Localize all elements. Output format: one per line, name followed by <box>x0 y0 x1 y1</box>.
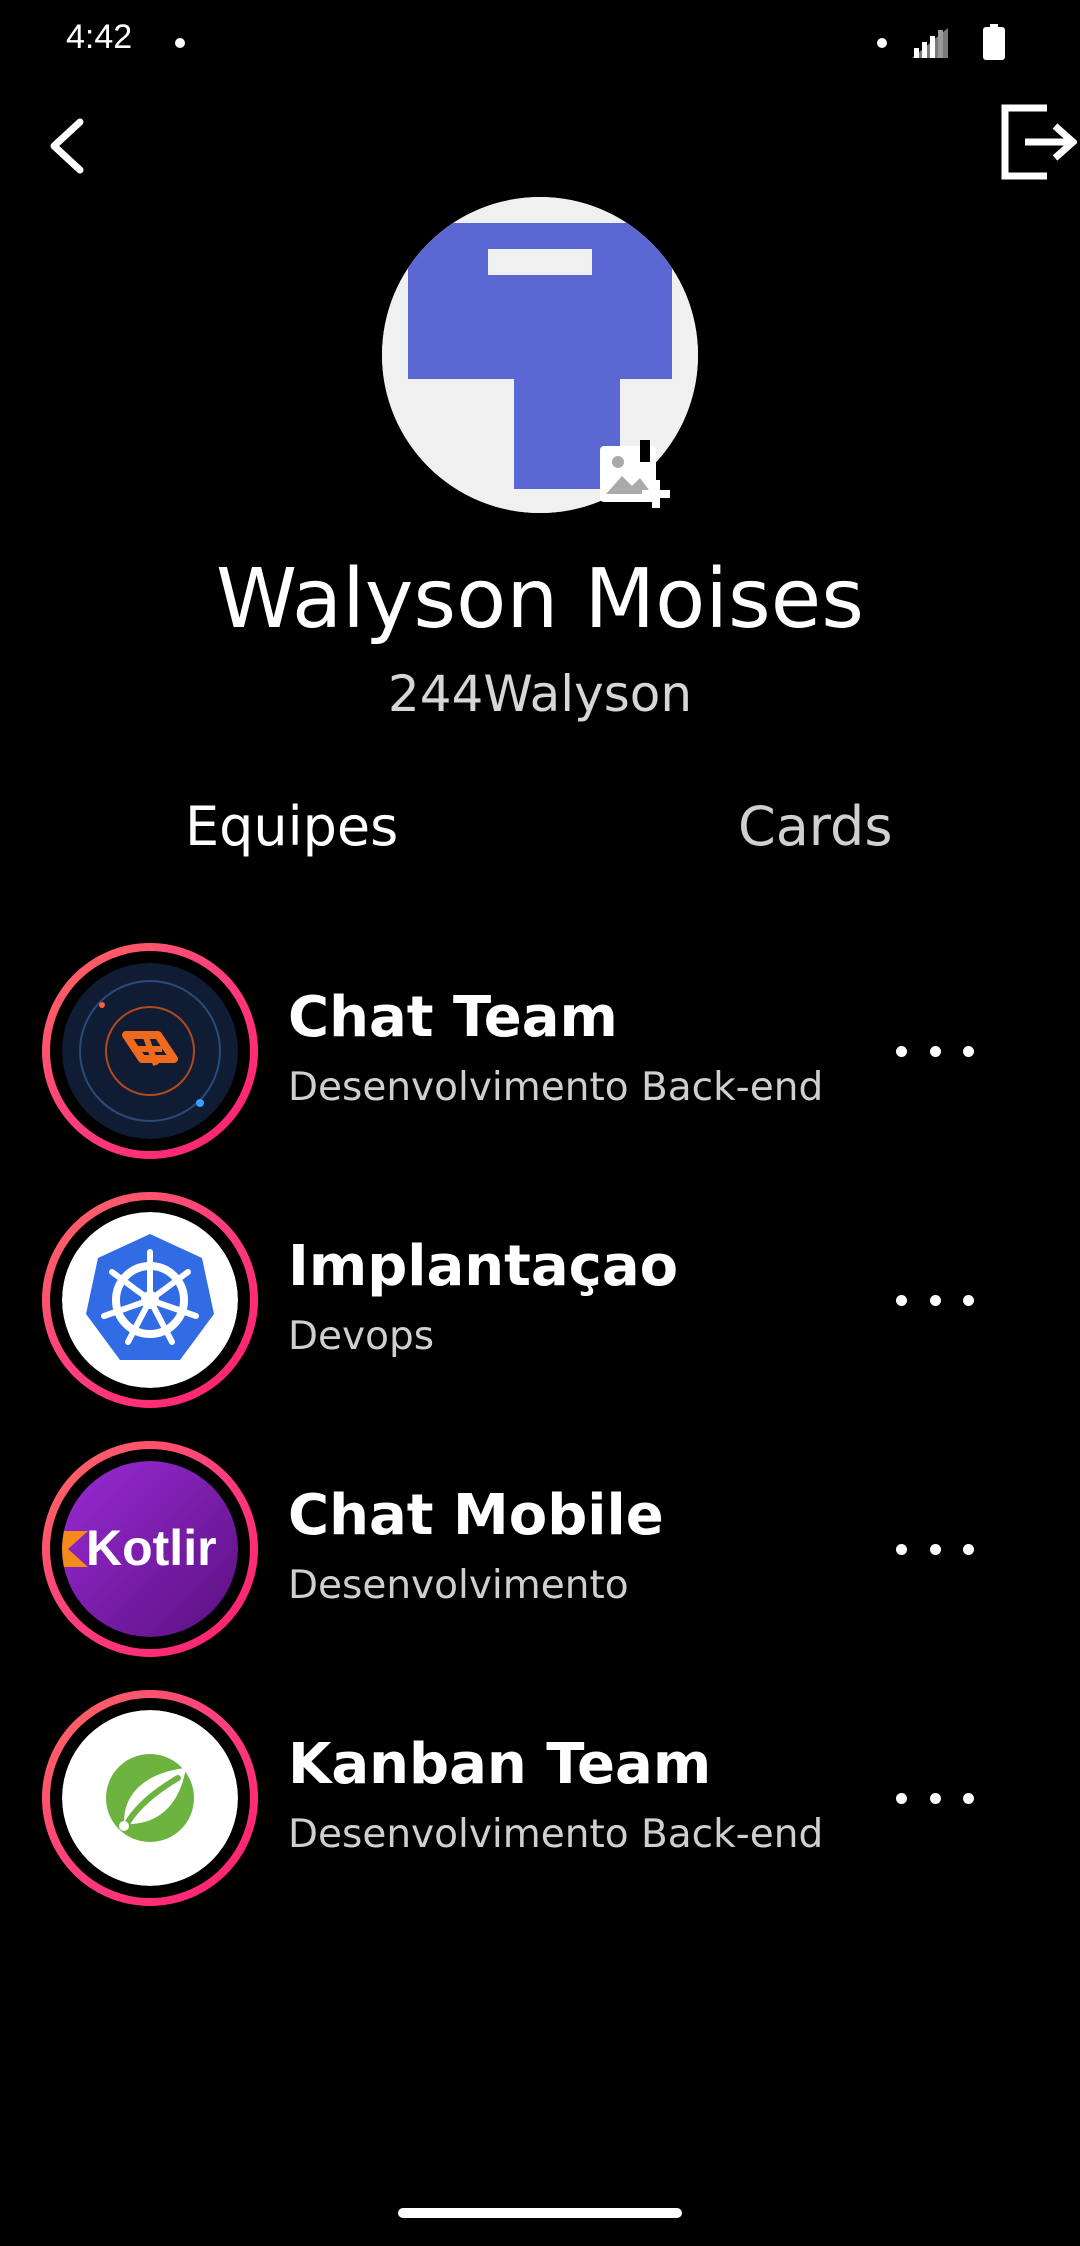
chevron-left-icon <box>50 118 84 174</box>
status-time: 4:42 <box>66 18 133 56</box>
back-button[interactable] <box>28 108 104 184</box>
kubernetes-logo-icon <box>62 1212 238 1388</box>
team-list-item[interactable]: Kotlir Chat Mobile Desenvolvimento <box>0 1441 1080 1671</box>
team-avatar-ring <box>42 943 258 1159</box>
more-options-button[interactable] <box>880 1270 990 1330</box>
profile-name: Walyson Moises <box>216 552 864 647</box>
signal-icon <box>912 28 948 58</box>
team-avatar-ring <box>42 1690 258 1906</box>
logout-button[interactable] <box>995 92 1079 192</box>
spring-logo-icon <box>62 1710 238 1886</box>
team-list-item[interactable]: Kanban Team Desenvolvimento Back-end <box>0 1690 1080 1920</box>
team-list-item[interactable]: Chat Team Desenvolvimento Back-end <box>0 943 1080 1173</box>
team-description: Desenvolvimento Back-end <box>288 1812 824 1857</box>
team-description: Devops <box>288 1314 435 1359</box>
status-dot-icon <box>877 38 887 48</box>
team-name: Kanban Team <box>288 1732 712 1797</box>
more-options-button[interactable] <box>880 1768 990 1828</box>
kotlin-logo-text: Kotlir <box>86 1520 217 1576</box>
status-bar: 4:42 <box>0 0 1080 84</box>
battery-icon <box>983 24 1005 60</box>
home-indicator[interactable] <box>398 2208 682 2218</box>
more-options-button[interactable] <box>880 1519 990 1579</box>
team-avatar-ring <box>42 1192 258 1408</box>
team-name: Implantaçao <box>288 1234 679 1299</box>
kafka-logo-icon <box>62 963 238 1139</box>
profile-username: 244Walyson <box>387 665 693 723</box>
tab-cards[interactable]: Cards <box>738 795 892 858</box>
team-name: Chat Mobile <box>288 1483 664 1548</box>
team-avatar-ring: Kotlir <box>42 1441 258 1657</box>
tab-equipes[interactable]: Equipes <box>185 795 398 858</box>
team-list-item[interactable]: Implantaçao Devops <box>0 1192 1080 1422</box>
team-description: Desenvolvimento <box>288 1563 629 1608</box>
add-photo-icon[interactable] <box>596 440 672 510</box>
logout-icon <box>1001 104 1077 180</box>
team-name: Chat Team <box>288 985 618 1050</box>
more-options-button[interactable] <box>880 1021 990 1081</box>
team-description: Desenvolvimento Back-end <box>288 1065 824 1110</box>
kotlin-logo-icon: Kotlir <box>62 1461 238 1637</box>
notification-dot-icon <box>175 38 185 48</box>
